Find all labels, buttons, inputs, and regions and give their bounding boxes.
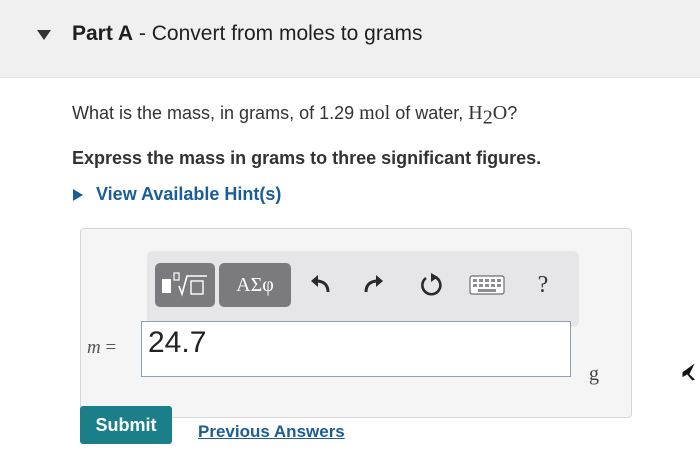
submit-button[interactable]: Submit — [80, 406, 172, 444]
view-hints-link[interactable]: View Available Hint(s) — [72, 184, 281, 205]
question-text: What is the mass, in grams, of 1.29 mol … — [72, 102, 517, 130]
view-hints-label: View Available Hint(s) — [96, 184, 282, 204]
templates-icon — [162, 272, 207, 297]
variable-label: m = — [87, 337, 116, 359]
previous-answers-link[interactable]: Previous Answers — [198, 422, 345, 442]
math-toolbar: ΑΣφ ? — [147, 251, 579, 327]
formula-h: H — [468, 102, 483, 124]
keyboard-icon — [469, 275, 505, 295]
unit-label: g — [589, 363, 599, 385]
reset-button[interactable] — [415, 269, 447, 301]
redo-icon — [364, 275, 383, 293]
question-suffix: ? — [507, 103, 518, 123]
question-middle: of water, — [390, 103, 469, 123]
instruction-text: Express the mass in grams to three signi… — [72, 148, 542, 168]
part-title: Part A - Convert from moles to grams — [72, 22, 423, 46]
question-unit: mol — [359, 102, 391, 124]
formula-o: O — [492, 102, 508, 124]
equals-sign: = — [100, 337, 117, 358]
answer-input[interactable]: 24.7 — [141, 321, 571, 377]
part-separator: - — [133, 22, 152, 45]
reset-icon — [421, 273, 442, 296]
templates-button[interactable] — [155, 263, 215, 307]
question-prefix: What is the mass, in grams, of 1.29 — [72, 103, 360, 123]
triangle-right-icon — [73, 188, 83, 201]
part-title-text: Convert from moles to grams — [151, 22, 423, 45]
answer-box: ΑΣφ ? m = 24.7 g — [80, 228, 632, 418]
greek-symbols-button[interactable]: ΑΣφ — [219, 263, 291, 307]
redo-button[interactable] — [357, 269, 389, 301]
keyboard-button[interactable] — [467, 271, 507, 299]
collapse-triangle-icon[interactable] — [36, 28, 52, 42]
variable-name: m — [87, 337, 101, 358]
mouse-cursor-icon — [681, 361, 697, 382]
undo-icon — [311, 275, 330, 293]
part-label: Part A — [72, 22, 134, 45]
formula-subscript: 2 — [482, 106, 493, 129]
part-header: Part A - Convert from moles to grams — [0, 0, 700, 78]
help-button[interactable]: ? — [523, 267, 563, 303]
undo-button[interactable] — [305, 269, 337, 301]
